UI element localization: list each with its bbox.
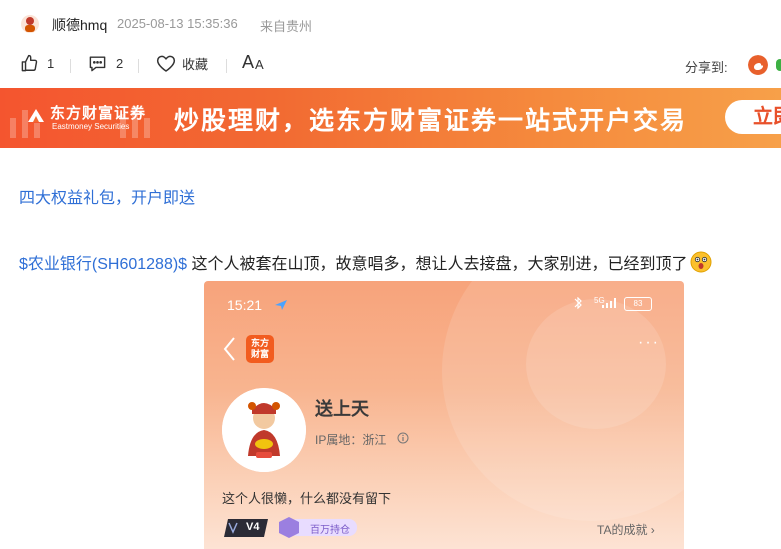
favorite-label: 收藏 [182,57,209,72]
attached-image[interactable]: 15:21 5G 83 东方 财富 ··· 送上天 IP属地：浙江 这个人很懒，… [204,281,684,549]
post-header: 顺德hmq 2025-08-13 15:35:36 来自贵州 [0,0,781,48]
like-button[interactable]: 1 [20,54,54,73]
comment-button[interactable]: 2 [88,54,123,73]
favorite-button[interactable]: 收藏 [156,54,208,73]
achievement-link: TA的成就 › [597,523,655,537]
divider [226,59,227,73]
background-mascot [526,299,666,429]
more-icon: ··· [638,334,660,351]
battery-level: 83 [624,297,652,311]
post-text: $农业银行(SH601288)$ 这个人被套在山顶，故意唱多，想让人去接盘，大家… [19,250,712,274]
font-size-small: A [255,56,264,72]
promo-link[interactable]: 四大权益礼包，开户即送 [19,184,195,208]
app-logo-line2: 财富 [250,349,269,359]
thumbs-up-icon [21,54,38,72]
divider [138,59,139,73]
post-body: 这个人被套在山顶，故意唱多，想让人去接盘，大家别进，已经到顶了 [187,256,688,273]
info-icon [397,432,409,444]
ip-location: IP属地：浙江 [315,433,387,447]
app-logo-line1: 东方 [250,338,269,348]
back-arrow-icon [223,337,235,361]
profile-name: 送上天 [315,399,369,419]
open-account-button[interactable]: 立即 [725,100,781,134]
comment-icon [89,56,106,72]
divider [70,59,71,73]
brand-name: 东方财富证券 [50,105,147,122]
location-arrow-icon [275,300,287,310]
user-avatar[interactable] [20,14,40,34]
eastmoney-logo-icon [28,109,44,122]
app-logo: 东方 财富 [246,335,274,363]
like-count: 1 [47,56,55,71]
surprised-face-icon [690,251,712,273]
banner-slogan: 炒股理财，选东方财富证券一站式开户交易 [174,107,688,135]
username[interactable]: 顺德hmq [52,15,107,35]
profile-avatar [222,388,306,472]
post-datetime: 2025-08-13 15:35:36 [117,16,238,31]
font-size-button[interactable]: A A [242,52,264,73]
holding-badge: 百万持仓 [310,525,350,536]
promo-banner[interactable]: 东方财富证券 Eastmoney Securities 炒股理财，选东方财富证券… [0,88,781,148]
comment-count: 2 [116,56,124,71]
stock-tag-link[interactable]: $农业银行(SH601288)$ [19,256,187,273]
action-bar: 1 2 收藏 A A 分享到: [0,50,781,80]
share-label: 分享到: [685,60,728,75]
weibo-icon[interactable] [748,55,768,75]
phone-time: 15:21 [227,297,263,313]
profile-bio: 这个人很懒，什么都没有留下 [222,491,392,506]
wechat-icon[interactable] [776,59,781,71]
vip-level: V4 [246,521,260,533]
font-size-large: A [242,52,255,72]
network-type: 5G [594,296,605,305]
post-source: 来自贵州 [260,19,313,34]
heart-icon [156,55,176,72]
brand-name-en: Eastmoney Securities [52,122,130,131]
